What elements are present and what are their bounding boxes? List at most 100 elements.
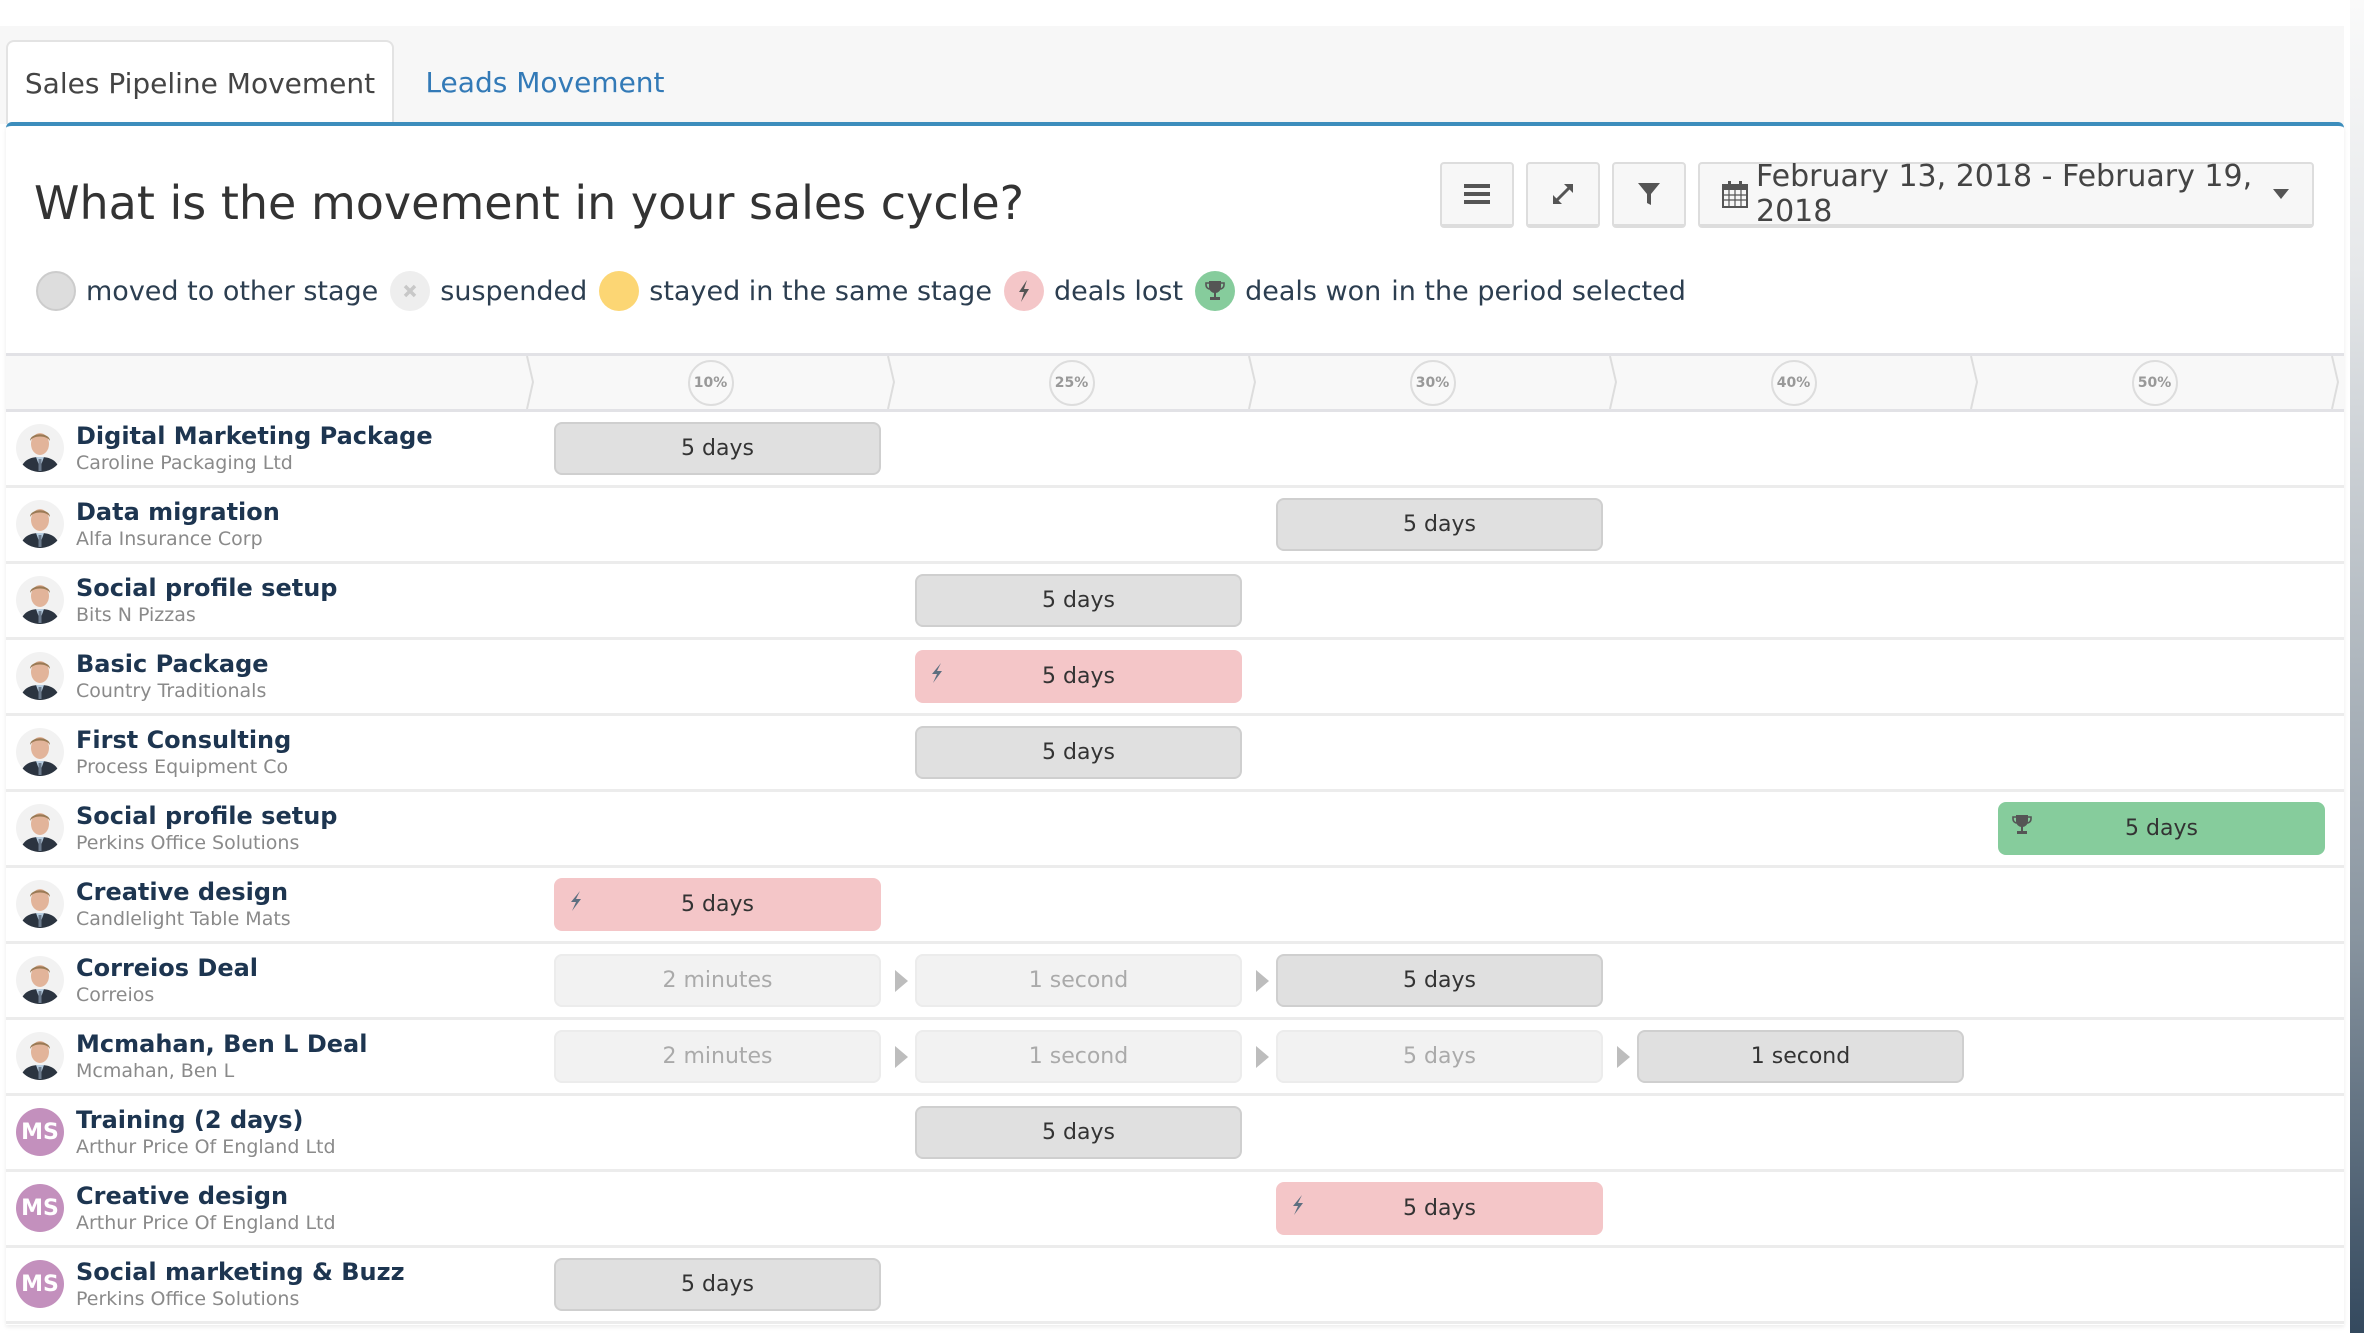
tab-sales-pipeline-movement[interactable]: Sales Pipeline Movement (6, 40, 394, 124)
avatar-photo (16, 576, 64, 624)
legend-label-suspended: suspended (440, 275, 588, 307)
moved-legend-icon (36, 271, 76, 311)
lightning-icon (1003, 271, 1044, 311)
movement-bar-past[interactable]: 2 minutes (554, 954, 881, 1007)
deal-row: Data migration Alfa Insurance Corp 5 days (6, 488, 2344, 564)
deal-rows: Digital Marketing Package Caroline Packag… (6, 412, 2344, 1324)
bar-duration-label: 5 days (1403, 1044, 1476, 1069)
bar-duration-label: 5 days (2125, 816, 2198, 841)
movement-bar-lost[interactable]: 5 days (554, 878, 881, 931)
stage-divider (2331, 356, 2340, 409)
deal-row: First Consulting Process Equipment Co 5 da… (6, 716, 2344, 792)
bar-duration-label: 1 second (1028, 1044, 1129, 1069)
movement-bar-moved[interactable]: 5 days (554, 1258, 881, 1311)
stage-column: 10% (530, 356, 891, 409)
deal-company: Perkins Office Solutions (76, 832, 300, 854)
movement-bar-moved[interactable]: 5 days (554, 422, 881, 475)
tab-label: Sales Pipeline Movement (24, 66, 376, 100)
expand-button[interactable] (1526, 162, 1600, 228)
deal-company: Candlelight Table Mats (76, 908, 291, 930)
bar-duration-label: 5 days (681, 1272, 754, 1297)
calendar-icon (1722, 180, 1748, 208)
legend-suffix: in the period selected (1391, 275, 1686, 307)
avatar-initials: MS (16, 1184, 64, 1232)
movement-bar-moved[interactable]: 1 second (1637, 1030, 1964, 1083)
deal-name-link[interactable]: Training (2 days) (76, 1106, 303, 1134)
deal-name-link[interactable]: Mcmahan, Ben L Deal (76, 1030, 367, 1058)
stage-header: 10% 25% 30% 40% 50% (6, 353, 2344, 412)
bar-duration-label: 2 minutes (662, 968, 773, 993)
movement-bar-past[interactable]: 1 second (915, 954, 1242, 1007)
movement-bar-moved[interactable]: 5 days (1276, 954, 1603, 1007)
stage-transition-arrow-icon (1617, 1046, 1630, 1068)
deal-company: Mcmahan, Ben L (76, 1060, 235, 1082)
movement-bar-past[interactable]: 5 days (1276, 1030, 1603, 1083)
avatar-photo (16, 804, 64, 852)
bar-duration-label: 5 days (1403, 1196, 1476, 1221)
stage-column: 25% (891, 356, 1252, 409)
deal-company: Perkins Office Solutions (76, 1288, 300, 1310)
tab-leads-movement[interactable]: Leads Movement (410, 40, 680, 124)
movement-bar-moved[interactable]: 5 days (1276, 498, 1603, 551)
page-title: What is the movement in your sales cycle… (34, 176, 1025, 230)
stage-transition-arrow-icon (1256, 1046, 1269, 1068)
bar-duration-label: 5 days (1042, 740, 1115, 765)
deal-row: Social profile setup Perkins Office Solut… (6, 792, 2344, 868)
lightning-icon (1290, 1194, 1306, 1222)
date-range-value: February 13, 2018 - February 19, 2018 (1756, 159, 2253, 229)
movement-bar-moved[interactable]: 5 days (915, 574, 1242, 627)
deal-name-link[interactable]: Social marketing & Buzz (76, 1258, 405, 1286)
deal-name-link[interactable]: Social profile setup (76, 802, 337, 830)
lightning-icon (568, 890, 584, 918)
stage-probability-badge: 30% (1409, 359, 1456, 406)
deal-name-link[interactable]: Correios Deal (76, 954, 258, 982)
bar-duration-label: 5 days (681, 436, 754, 461)
movement-bar-lost[interactable]: 5 days (1276, 1182, 1603, 1235)
filter-button[interactable] (1612, 162, 1686, 228)
legend: moved to other stage suspended stayed in… (36, 268, 1690, 314)
movement-bar-past[interactable]: 2 minutes (554, 1030, 881, 1083)
deal-row: Creative design Candlelight Table Mats 5 d… (6, 868, 2344, 944)
deal-row: MS Social marketing & Buzz Perkins Office … (6, 1248, 2344, 1324)
legend-label-lost: deals lost (1053, 275, 1184, 307)
movement-bar-lost[interactable]: 5 days (915, 650, 1242, 703)
menu-button[interactable] (1440, 162, 1514, 228)
deal-name-link[interactable]: Social profile setup (76, 574, 337, 602)
movement-bar-won[interactable]: 5 days (1998, 802, 2325, 855)
bar-duration-label: 5 days (1042, 664, 1115, 689)
deal-name-link[interactable]: Creative design (76, 1182, 288, 1210)
movement-bar-moved[interactable]: 5 days (915, 726, 1242, 779)
date-range-picker[interactable]: February 13, 2018 - February 19, 2018 (1698, 159, 2314, 229)
movement-bar-past[interactable]: 1 second (915, 1030, 1242, 1083)
deal-row: Social profile setup Bits N Pizzas 5 days (6, 564, 2344, 640)
lightning-icon (929, 662, 945, 690)
movement-panel: What is the movement in your sales cycle… (6, 122, 2344, 1325)
stage-probability-badge: 10% (687, 359, 734, 406)
movement-bar-moved[interactable]: 5 days (915, 1106, 1242, 1159)
deal-name-link[interactable]: First Consulting (76, 726, 291, 754)
deal-company: Alfa Insurance Corp (76, 528, 263, 550)
deal-company: Process Equipment Co (76, 756, 289, 778)
stage-column: 30% (1252, 356, 1613, 409)
deal-company: Bits N Pizzas (76, 604, 196, 626)
deal-name-link[interactable]: Digital Marketing Package (76, 422, 433, 450)
bar-duration-label: 5 days (1042, 1120, 1115, 1145)
avatar-photo (16, 652, 64, 700)
window-background-strip (2350, 0, 2364, 1333)
stage-transition-arrow-icon (1256, 970, 1269, 992)
stage-probability-badge: 50% (2131, 359, 2178, 406)
deal-name-link[interactable]: Basic Package (76, 650, 269, 678)
stage-transition-arrow-icon (895, 970, 908, 992)
deal-name-link[interactable]: Data migration (76, 498, 280, 526)
bar-duration-label: 1 second (1028, 968, 1129, 993)
avatar-initials: MS (16, 1108, 64, 1156)
deal-row: Mcmahan, Ben L Deal Mcmahan, Ben L 2 minut… (6, 1020, 2344, 1096)
deal-row: MS Creative design Arthur Price Of England… (6, 1172, 2344, 1248)
avatar-photo (16, 1032, 64, 1080)
deal-name-link[interactable]: Creative design (76, 878, 288, 906)
avatar-photo (16, 424, 64, 472)
avatar-photo (16, 956, 64, 1004)
bar-duration-label: 5 days (1403, 512, 1476, 537)
avatar-initials: MS (16, 1260, 64, 1308)
bar-duration-label: 5 days (1403, 968, 1476, 993)
